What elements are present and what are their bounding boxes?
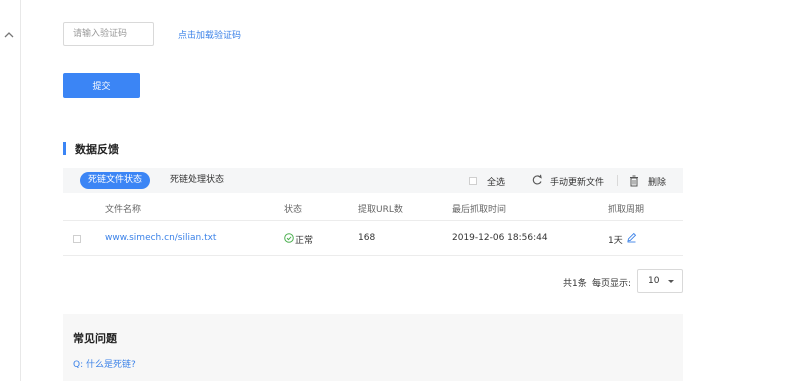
section-title: 数据反馈: [75, 143, 119, 156]
caret-down-icon: [668, 280, 674, 283]
tab-deadlink-file-status[interactable]: 死链文件状态: [80, 172, 151, 189]
page: 点击加载验证码 提交 数据反馈 死链文件状态 死链处理状态 全选 手动更新文件 …: [0, 0, 799, 381]
submit-button[interactable]: 提交: [63, 73, 140, 98]
page-size-select[interactable]: 10: [637, 269, 683, 293]
select-all-label: 全选: [487, 178, 506, 188]
section-accent-bar: [63, 142, 66, 155]
faq-question-link[interactable]: Q: 什么是死链?: [73, 357, 136, 370]
table-toolbar: 死链文件状态 死链处理状态 全选 手动更新文件 删除: [63, 168, 683, 193]
manual-update-button[interactable]: 手动更新文件: [550, 175, 604, 188]
pencil-icon[interactable]: [626, 232, 637, 243]
column-header-url-count: 提取URL数: [358, 205, 403, 215]
faq-panel: 常见问题 Q: 什么是死链?: [63, 314, 683, 381]
row-checkbox[interactable]: [73, 235, 81, 243]
page-size-label: 每页显示:: [592, 279, 632, 289]
column-header-status: 状态: [284, 205, 303, 215]
row-divider: [63, 255, 683, 256]
page-size-value: 10: [648, 276, 660, 286]
toolbar-divider: [617, 175, 618, 186]
header-divider: [63, 220, 683, 221]
status-text: 正常: [295, 236, 314, 246]
trash-icon[interactable]: [629, 175, 639, 187]
crawl-period: 1天: [608, 236, 623, 246]
last-crawl-time: 2019-12-06 18:56:44: [452, 233, 548, 243]
select-all-checkbox[interactable]: [469, 177, 477, 185]
column-header-crawl-period: 抓取周期: [608, 205, 645, 215]
tab-deadlink-process-status[interactable]: 死链处理状态: [170, 172, 224, 189]
check-circle-icon: [284, 233, 294, 243]
url-count: 168: [358, 233, 376, 243]
refresh-icon[interactable]: [531, 173, 543, 187]
pagination-total: 共1条: [563, 279, 587, 289]
file-name-link[interactable]: www.simech.cn/silian.txt: [105, 233, 216, 243]
delete-button[interactable]: 删除: [648, 175, 666, 188]
chevron-up-icon[interactable]: [3, 29, 15, 41]
column-header-last-crawl: 最后抓取时间: [452, 205, 507, 215]
left-rail: [0, 0, 21, 381]
load-captcha-link[interactable]: 点击加载验证码: [178, 28, 241, 41]
captcha-input[interactable]: [63, 22, 154, 46]
column-header-file-name: 文件名称: [105, 205, 142, 215]
faq-title: 常见问题: [73, 332, 117, 345]
